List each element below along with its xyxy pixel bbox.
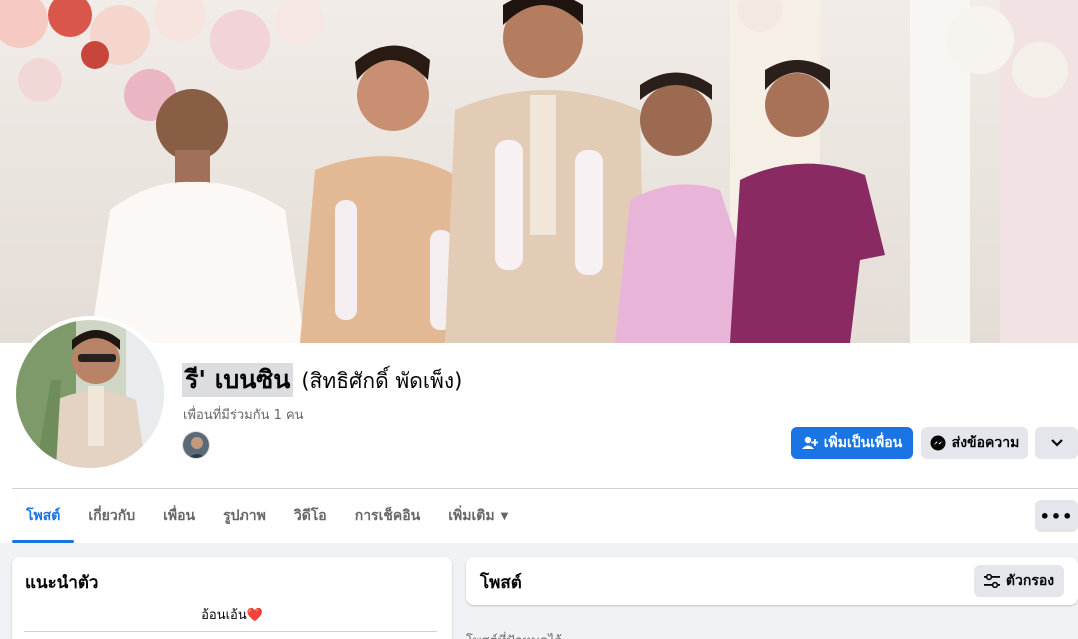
filter-icon [983, 574, 1000, 588]
profile-name-row: รี' เบนซิน (สิทธิศักดิ์ พัดเพ็ง) [182, 363, 462, 398]
filter-button[interactable]: ตัวกรอง [974, 565, 1064, 597]
avatar [16, 320, 164, 468]
tab-checkins[interactable]: การเช็คอิน [341, 489, 435, 543]
posts-header-card: โพสต์ ตัวกรอง [466, 557, 1078, 605]
add-friend-label: เพิ่มเป็นเพื่อน [823, 435, 903, 451]
message-button[interactable]: ส่งข้อความ [921, 427, 1028, 459]
filter-label: ตัวกรอง [1005, 573, 1055, 589]
chevron-down-icon [1050, 435, 1063, 451]
messenger-icon [930, 435, 946, 451]
pinned-posts-label: โพสต์ที่ปักหมุดไว้ [466, 630, 562, 639]
profile-more-button[interactable] [1035, 427, 1078, 459]
cover-photo-image [0, 0, 1078, 343]
add-friend-button[interactable]: เพิ่มเป็นเพื่อน [791, 427, 913, 459]
tab-friends[interactable]: เพื่อน [149, 489, 209, 543]
cover-photo[interactable] [0, 0, 1078, 343]
tab-more[interactable]: เพิ่มเติม ▼ [434, 489, 522, 543]
intro-bio: อ้อนเอ้น❤️ [201, 608, 263, 623]
add-friend-icon [801, 436, 818, 450]
tab-about[interactable]: เกี่ยวกับ [74, 489, 149, 543]
profile-name: รี' เบนซิน [182, 363, 294, 397]
profile-header: รี' เบนซิน (สิทธิศักดิ์ พัดเพ็ง) เพื่อนท… [0, 0, 1078, 543]
profile-tabs: โพสต์ เกี่ยวกับ เพื่อน รูปภาพ วิดีโอ การ… [12, 489, 522, 543]
intro-title: แนะนำตัว [25, 573, 99, 593]
tab-posts[interactable]: โพสต์ [12, 489, 75, 543]
more-dots-icon[interactable]: ••• [1035, 500, 1078, 532]
intro-divider [24, 631, 437, 632]
profile-alt-name: (สิทธิศักดิ์ พัดเพ็ง) [301, 369, 463, 393]
mutual-friends-link[interactable]: เพื่อนที่มีร่วมกัน 1 คน [183, 404, 304, 425]
intro-card: แนะนำตัว อ้อนเอ้น❤️ [12, 557, 452, 639]
tab-photos[interactable]: รูปภาพ [209, 489, 280, 543]
tab-videos[interactable]: วิดีโอ [280, 489, 341, 543]
caret-down-icon: ▼ [500, 510, 509, 522]
profile-avatar[interactable] [12, 316, 168, 472]
posts-title: โพสต์ [480, 573, 522, 593]
profile-page: รี' เบนซิน (สิทธิศักดิ์ พัดเพ็ง) เพื่อนท… [0, 0, 1078, 639]
mutual-friend-avatar[interactable] [182, 431, 210, 459]
tab-more-label: เพิ่มเติม [448, 508, 495, 524]
message-label: ส่งข้อความ [951, 435, 1020, 451]
